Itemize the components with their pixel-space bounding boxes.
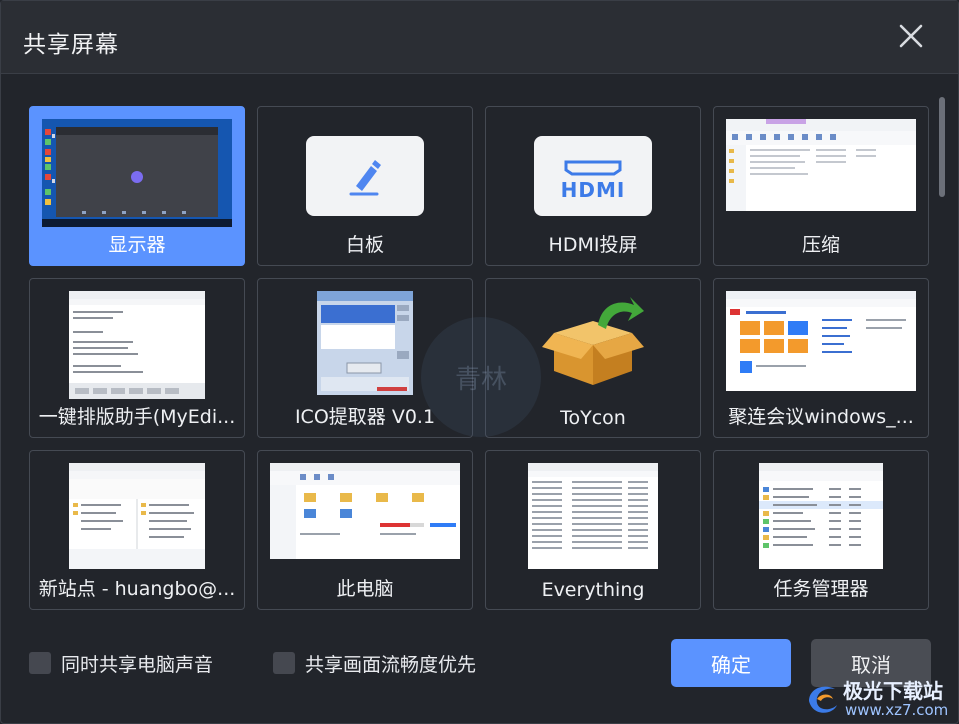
tile-label: 一键排版助手(MyEdi... [38,406,236,428]
window-thumbnail [317,291,413,395]
window-thumbnail [726,119,916,211]
hdmi-icon-text: HDMI [560,178,626,202]
source-tile-myeditor[interactable]: 一键排版助手(MyEdi... [29,278,245,438]
share-audio-label: 同时共享电脑声音 [61,653,214,676]
smooth-priority-label: 共享画面流畅度优先 [305,653,477,676]
window-thumbnail [759,463,883,569]
share-screen-dialog: 共享屏幕 显示器 白板 HDMI HDMI投屏 压缩 一键排版助手(MyEdi.… [0,0,959,724]
confirm-button[interactable]: 确定 [671,639,791,687]
close-icon[interactable] [894,19,928,53]
tile-label: 白板 [345,234,384,256]
source-tile-ico-extractor[interactable]: ICO提取器 V0.1 [257,278,473,438]
source-tile-compress[interactable]: 压缩 [713,106,929,266]
source-tile-ftp-site[interactable]: 新站点 - huangbo@... [29,450,245,610]
window-thumbnail [528,463,658,569]
smooth-priority-checkbox[interactable] [273,652,295,674]
share-audio-option[interactable]: 同时共享电脑声音 [29,651,214,676]
tile-label: Everything [541,579,645,601]
tile-label: 任务管理器 [773,578,869,600]
tile-label: ICO提取器 V0.1 [294,406,436,428]
tile-label: 显示器 [108,234,166,256]
source-tile-this-pc[interactable]: 此电脑 [257,450,473,610]
source-tile-monitor[interactable]: 显示器 [29,106,245,266]
site-watermark-url: www.xz7.com [845,701,949,719]
vertical-scrollbar[interactable] [939,97,945,197]
source-tile-hdmi[interactable]: HDMI HDMI投屏 [485,106,701,266]
dialog-titlebar: 共享屏幕 [1,1,958,74]
source-tile-everything[interactable]: Everything [485,450,701,610]
window-thumbnail [726,291,916,391]
tile-label: HDMI投屏 [548,234,638,256]
source-tile-task-manager[interactable]: 任务管理器 [713,450,929,610]
monitor-thumbnail [42,119,232,227]
share-audio-checkbox[interactable] [29,652,51,674]
window-thumbnail [270,463,460,559]
smooth-priority-option[interactable]: 共享画面流畅度优先 [273,651,477,676]
source-tile-toycon[interactable]: ToYcon [485,278,701,438]
source-grid: 显示器 白板 HDMI HDMI投屏 压缩 一键排版助手(MyEdi... IC… [1,74,958,619]
box-icon [540,293,646,389]
tile-label: 聚连会议windows_... [728,406,914,428]
cancel-button[interactable]: 取消 [811,639,931,687]
tile-label: 压缩 [801,234,840,256]
whiteboard-icon [306,136,424,216]
window-thumbnail [69,463,205,569]
hdmi-icon: HDMI [534,136,652,216]
tile-label: 新站点 - huangbo@... [38,578,236,600]
window-thumbnail [69,291,205,399]
source-tile-whiteboard[interactable]: 白板 [257,106,473,266]
tile-label: 此电脑 [336,578,394,600]
dialog-title: 共享屏幕 [23,32,119,58]
tile-label: ToYcon [560,407,626,429]
source-tile-julian-meeting[interactable]: 聚连会议windows_... [713,278,929,438]
